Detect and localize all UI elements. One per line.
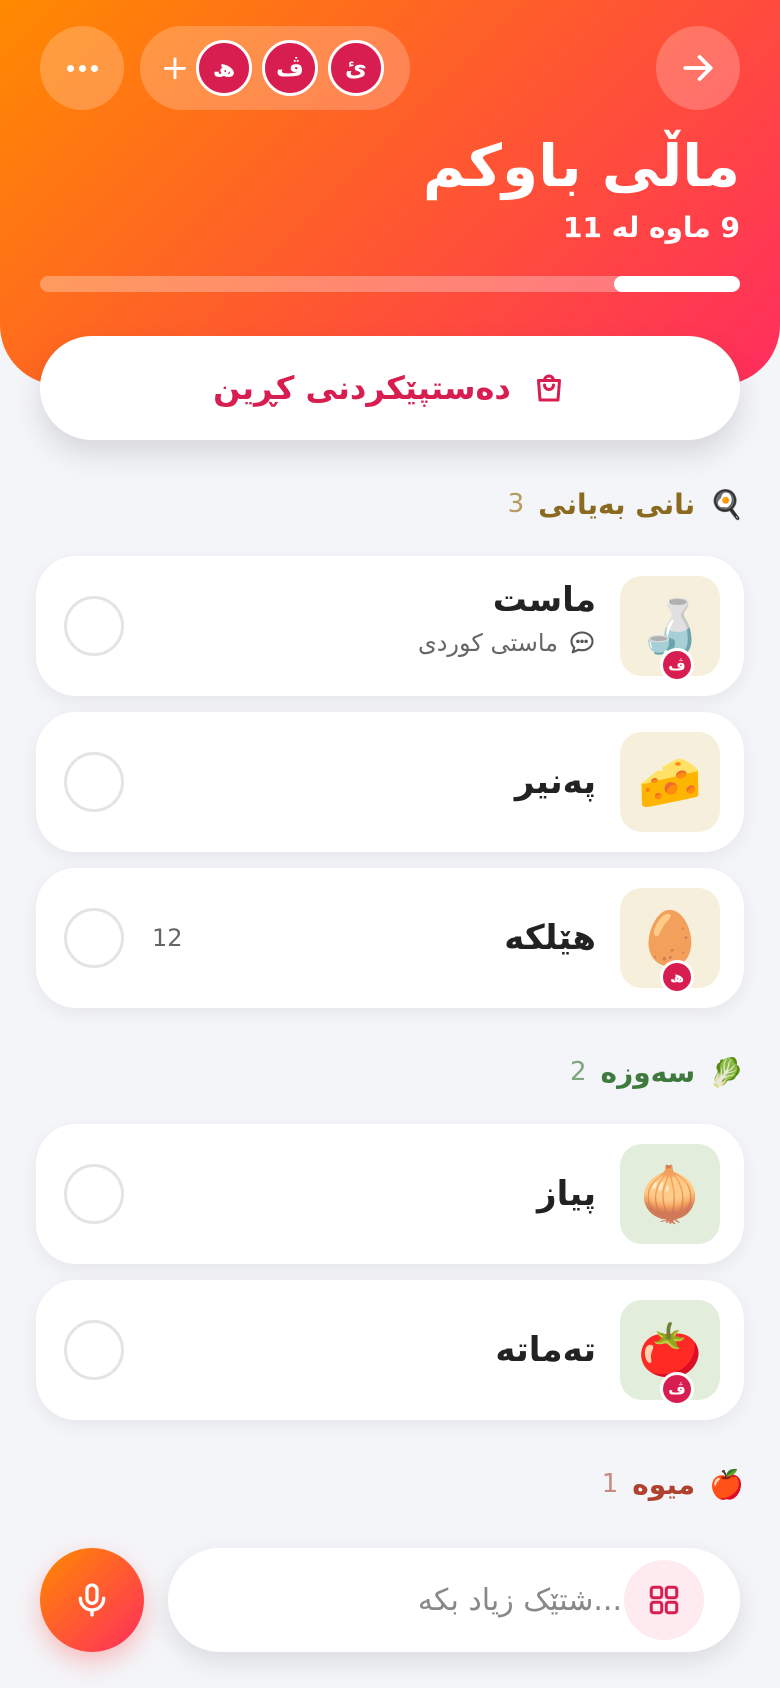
item-checkbox[interactable] xyxy=(64,908,124,968)
list-item[interactable]: 🧀 پەنیر xyxy=(36,712,744,852)
item-checkbox[interactable] xyxy=(64,1164,124,1224)
list-item[interactable]: 🍅 ڤ تەماتە xyxy=(36,1280,744,1420)
assignee-badge: ھ xyxy=(660,960,694,994)
item-note-text: ماستی کوردی xyxy=(417,629,558,657)
item-name: پەنیر xyxy=(514,762,596,802)
item-checkbox[interactable] xyxy=(64,1320,124,1380)
add-member-button[interactable]: + xyxy=(153,46,197,90)
list-item[interactable]: 🧅 پیاز xyxy=(36,1124,744,1264)
start-shopping-label: دەستپێکردنی کڕین xyxy=(213,369,511,407)
microphone-icon xyxy=(78,1583,106,1617)
section-emoji: 🥬 xyxy=(709,1055,744,1089)
catalog-button[interactable] xyxy=(624,1560,704,1640)
progress-bar xyxy=(40,276,740,292)
add-item-bar xyxy=(168,1548,740,1652)
item-checkbox[interactable] xyxy=(64,596,124,656)
section-name: سەوزە xyxy=(600,1055,696,1089)
section-count: 3 xyxy=(507,489,525,519)
section-count: 2 xyxy=(570,1057,587,1087)
progress-text: 9 ماوە لە 11 xyxy=(563,211,740,244)
voice-input-button[interactable] xyxy=(40,1548,144,1652)
item-note: ماستی کوردی xyxy=(418,626,596,660)
list-item[interactable]: 🥚 ھ هێلکە 12 xyxy=(36,868,744,1008)
shopping-bag-icon xyxy=(536,374,561,402)
avatar[interactable]: ئ xyxy=(328,40,384,96)
comment-icon xyxy=(570,631,594,654)
item-thumbnail: 🧀 xyxy=(620,732,720,832)
section-header-breakfast[interactable]: 🍳 نانی بەیانی 3 xyxy=(508,482,744,526)
members-group: + ھ ڤ ئ xyxy=(140,26,410,110)
dot-icon xyxy=(78,64,86,72)
dot-icon xyxy=(90,64,98,72)
section-header-vegetables[interactable]: 🥬 سەوزە 2 xyxy=(570,1050,744,1094)
dot-icon xyxy=(66,64,74,72)
section-header-fruits[interactable]: 🍎 میوە 1 xyxy=(602,1462,744,1506)
item-name: تەماتە xyxy=(495,1330,596,1370)
assignee-badge: ڤ xyxy=(660,648,694,682)
item-checkbox[interactable] xyxy=(64,752,124,812)
avatar[interactable]: ھ xyxy=(196,40,252,96)
section-name: میوە xyxy=(632,1467,696,1501)
avatar[interactable]: ڤ xyxy=(262,40,318,96)
section-emoji: 🍎 xyxy=(709,1467,744,1501)
item-name: ماست xyxy=(492,580,596,620)
more-options-button[interactable] xyxy=(40,26,124,110)
section-emoji: 🍳 xyxy=(709,487,744,521)
list-item[interactable]: 🍶 ڤ ماست ماستی کوردی xyxy=(36,556,744,696)
progress-fill xyxy=(614,276,740,292)
item-name: پیاز xyxy=(537,1174,596,1214)
grid-icon xyxy=(649,1585,679,1615)
item-thumbnail: 🧅 xyxy=(620,1144,720,1244)
section-name: نانی بەیانی xyxy=(538,487,696,521)
list-title: ماڵی باوکم xyxy=(422,132,740,200)
section-count: 1 xyxy=(601,1469,619,1499)
back-button[interactable] xyxy=(656,26,740,110)
item-name: هێلکە xyxy=(504,918,596,958)
arrow-right-icon xyxy=(683,55,713,81)
add-item-input[interactable] xyxy=(182,1570,622,1630)
start-shopping-button[interactable]: دەستپێکردنی کڕین xyxy=(40,336,740,440)
assignee-badge: ڤ xyxy=(660,1372,694,1406)
item-quantity: 12 xyxy=(152,924,183,952)
